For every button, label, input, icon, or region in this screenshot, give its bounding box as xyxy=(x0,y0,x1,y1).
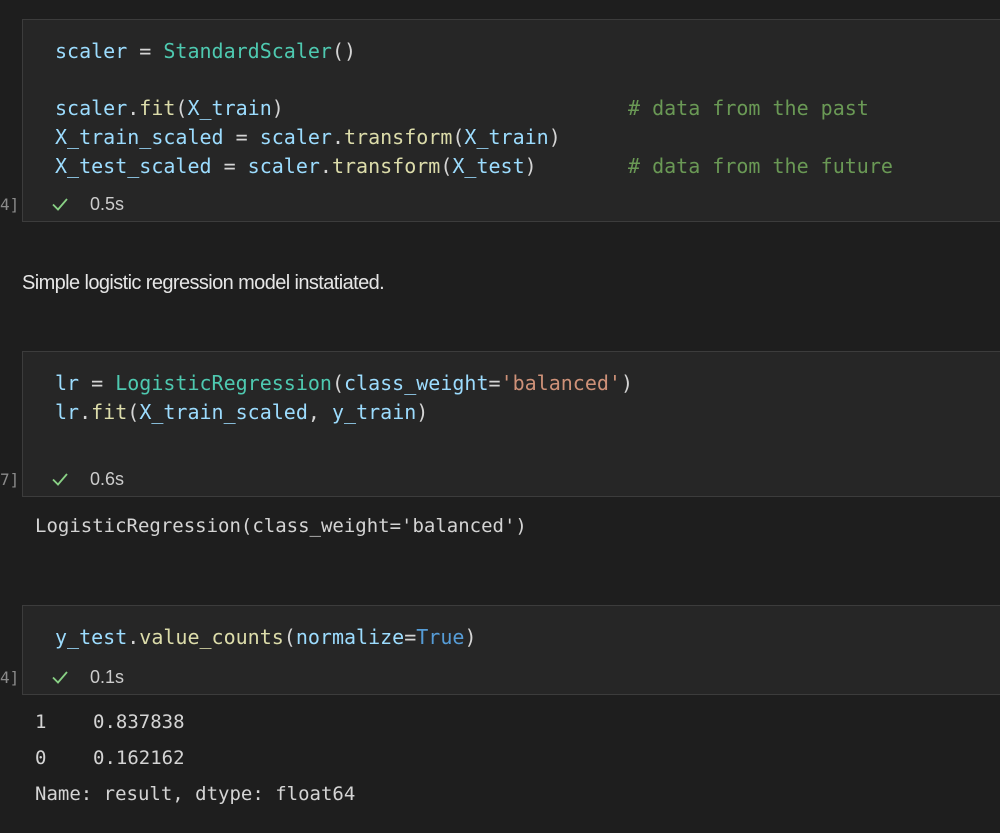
code-comment-past: # data from the past xyxy=(628,96,869,120)
code-token: ( xyxy=(127,399,140,424)
code-line[interactable]: X_train_scaled = scaler.transform(X_trai… xyxy=(55,123,561,152)
check-icon xyxy=(52,198,68,211)
execution-duration: 0.1s xyxy=(90,666,125,687)
code-token: scaler xyxy=(55,96,128,121)
code-token: . xyxy=(331,125,344,150)
markdown-cell-text: Simple logistic regression model instati… xyxy=(22,272,385,294)
code-token: ( xyxy=(331,371,345,395)
code-token: ( xyxy=(175,96,188,121)
code-token: scaler xyxy=(259,125,332,150)
code-token: fit xyxy=(139,96,176,121)
code-token: X_train_scaled xyxy=(139,399,308,424)
execution-count-cell-3: 4] xyxy=(0,668,20,687)
code-token: . xyxy=(319,153,332,178)
code-token: lr xyxy=(55,399,80,424)
code-token: 'balanced' xyxy=(500,371,621,395)
code-editor-cell-1[interactable]: scaler = StandardScaler() scaler.fit(X_tr… xyxy=(55,37,561,180)
code-token: . xyxy=(127,96,140,121)
code-token: X_train xyxy=(187,96,272,121)
code-token: ) xyxy=(464,625,477,649)
code-token: ) xyxy=(524,153,537,178)
code-token: = xyxy=(127,39,164,63)
code-token: fit xyxy=(91,399,128,424)
output-footer: Name: result, dtype: float64 xyxy=(35,783,356,805)
code-line[interactable]: y_test.value_counts(normalize=True) xyxy=(55,623,476,652)
execution-count-cell-1: 4] xyxy=(0,195,20,214)
code-token: transform xyxy=(344,125,453,150)
code-line[interactable]: X_test_scaled = scaler.transform(X_test) xyxy=(55,152,561,181)
code-token: True xyxy=(416,625,465,649)
code-token: y_train xyxy=(331,399,417,424)
execution-duration: 0.5s xyxy=(90,193,125,214)
code-token: scaler xyxy=(55,39,128,63)
output-value: 0.162162 xyxy=(93,747,185,769)
code-token: transform xyxy=(331,153,441,178)
code-token: ( xyxy=(452,125,465,150)
code-editor-cell-2[interactable]: lr = LogisticRegression(class_weight='ba… xyxy=(55,369,633,426)
cell-output-2: LogisticRegression(class_weight='balance… xyxy=(35,515,527,537)
code-token: class_weight xyxy=(344,371,489,395)
check-icon xyxy=(52,671,68,684)
code-token: LogisticRegression xyxy=(115,371,332,395)
code-token: ( xyxy=(283,625,296,649)
output-index: 1 xyxy=(35,711,47,733)
code-token: normalize xyxy=(295,625,405,649)
cell-status-1: 0.5s xyxy=(50,193,124,215)
code-token: X_test xyxy=(452,153,525,178)
execution-count-cell-2: 7] xyxy=(0,470,20,489)
code-line[interactable]: scaler.fit(X_train) xyxy=(55,94,561,123)
code-token: . xyxy=(79,399,92,424)
code-editor-cell-3[interactable]: y_test.value_counts(normalize=True) xyxy=(55,623,476,652)
code-line[interactable]: lr.fit(X_train_scaled, y_train) xyxy=(55,398,633,427)
code-token: () xyxy=(331,39,357,63)
code-token: X_train xyxy=(464,125,549,150)
output-index: 0 xyxy=(35,747,47,769)
code-token: X_test_scaled xyxy=(55,153,212,178)
output-value: 0.837838 xyxy=(93,711,185,733)
output-row: 1 0.837838 xyxy=(35,711,185,733)
code-token: y_test xyxy=(55,625,128,649)
code-token: X_train_scaled xyxy=(55,125,224,150)
code-line[interactable]: lr = LogisticRegression(class_weight='ba… xyxy=(55,369,633,398)
cell-status-3: 0.1s xyxy=(50,666,124,688)
code-token: , xyxy=(307,399,332,424)
code-token: ( xyxy=(440,153,453,178)
code-token: scaler xyxy=(247,153,320,178)
execution-duration: 0.6s xyxy=(90,468,125,489)
code-line[interactable] xyxy=(55,66,561,95)
code-token: ) xyxy=(416,399,429,424)
code-token: lr xyxy=(55,371,80,395)
code-token: ) xyxy=(271,96,284,121)
output-row: 0 0.162162 xyxy=(35,747,185,769)
code-comment-future: # data from the future xyxy=(628,154,893,178)
code-token: ) xyxy=(620,371,634,395)
code-token: = xyxy=(211,153,248,178)
code-token: . xyxy=(127,625,140,649)
code-token: = xyxy=(223,125,260,150)
code-token: = xyxy=(488,371,501,395)
code-line[interactable]: scaler = StandardScaler() xyxy=(55,37,561,66)
code-token: ) xyxy=(548,125,561,150)
check-icon xyxy=(52,473,68,486)
code-token: = xyxy=(79,371,116,395)
code-token: StandardScaler xyxy=(163,39,332,63)
code-token: = xyxy=(404,625,417,649)
cell-status-2: 0.6s xyxy=(50,468,124,490)
code-token: value_counts xyxy=(139,625,284,649)
